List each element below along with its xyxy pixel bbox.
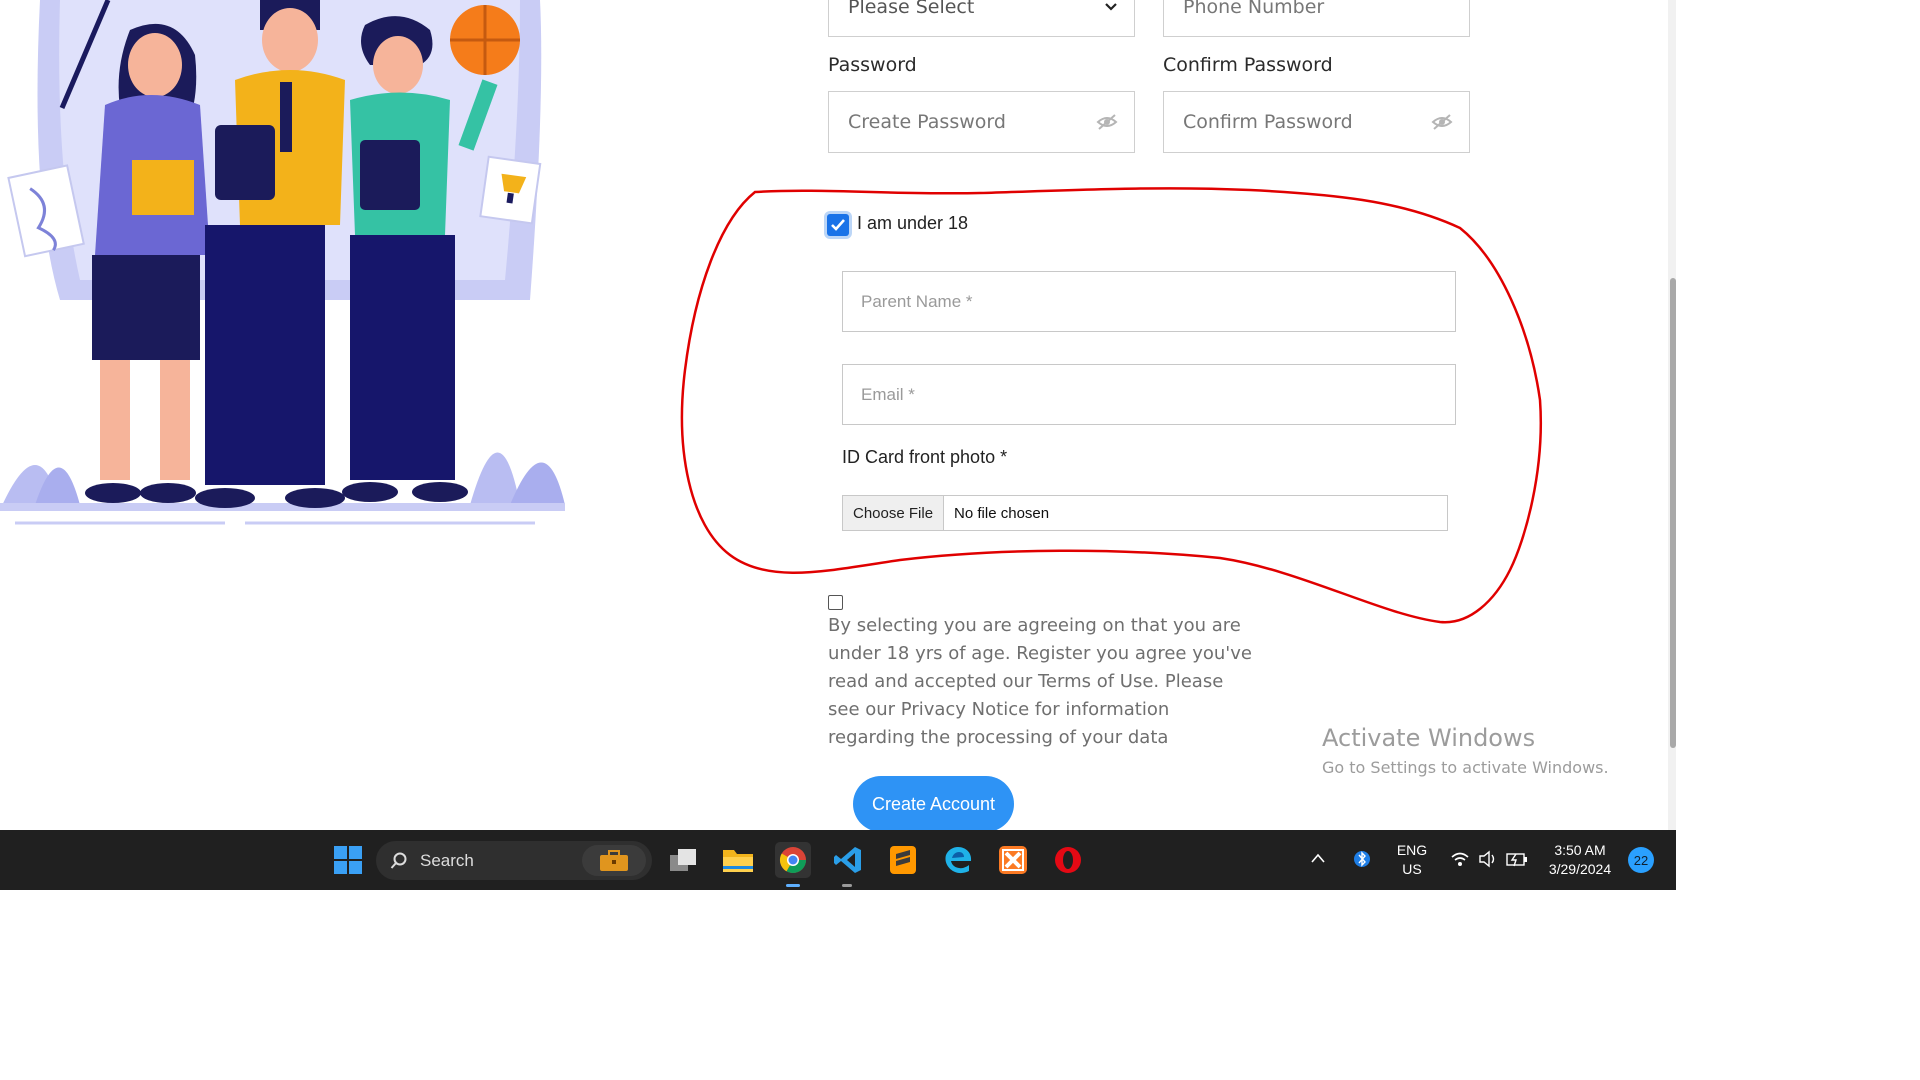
start-icon[interactable] — [330, 842, 366, 878]
agree-terms-text: By selecting you are agreeing on that yo… — [828, 615, 1252, 748]
language-indicator[interactable]: ENG US — [1391, 841, 1433, 879]
chrome-icon[interactable] — [775, 842, 811, 878]
watermark-title: Activate Windows — [1322, 724, 1536, 752]
battery-charging-icon[interactable] — [1506, 850, 1528, 868]
vscode-icon[interactable] — [830, 842, 866, 878]
clock-time: 3:50 AM — [1554, 842, 1606, 858]
active-app-indicator — [786, 884, 800, 887]
volume-icon[interactable] — [1478, 850, 1498, 868]
agree-terms-checkbox[interactable] — [828, 595, 843, 610]
search-icon — [390, 852, 407, 869]
sublime-text-icon[interactable] — [885, 842, 921, 878]
create-account-button[interactable]: Create Account — [853, 776, 1014, 832]
clock[interactable]: 3:50 AM 3/29/2024 — [1540, 841, 1620, 879]
windows-taskbar: Search ENG US 3:50 AM 3/29/2024 22 — [0, 830, 1676, 890]
taskbar-search-box[interactable]: Search — [376, 841, 652, 880]
opera-icon[interactable] — [1050, 842, 1086, 878]
clock-date: 3/29/2024 — [1548, 861, 1612, 877]
xampp-icon[interactable] — [995, 842, 1031, 878]
chevron-up-icon[interactable] — [1310, 852, 1326, 864]
work-briefcase-icon[interactable] — [582, 845, 646, 876]
bluetooth-icon[interactable] — [1354, 848, 1370, 870]
page-scrollbar-thumb[interactable] — [1670, 278, 1676, 748]
open-app-indicator — [842, 884, 852, 887]
language-code: ENG — [1396, 842, 1428, 858]
notification-badge[interactable]: 22 — [1628, 847, 1654, 873]
edge-icon[interactable] — [940, 842, 976, 878]
file-explorer-icon[interactable] — [720, 842, 756, 878]
wifi-icon[interactable] — [1450, 850, 1470, 868]
region-code: US — [1402, 861, 1422, 877]
activate-windows-watermark: Activate Windows Go to Settings to activ… — [1322, 724, 1609, 777]
watermark-subtitle: Go to Settings to activate Windows. — [1322, 758, 1609, 777]
taskbar-search-label: Search — [420, 850, 474, 870]
task-view-icon[interactable] — [665, 842, 701, 878]
browser-viewport: Please Select Phone Number Password Conf… — [0, 0, 1676, 890]
